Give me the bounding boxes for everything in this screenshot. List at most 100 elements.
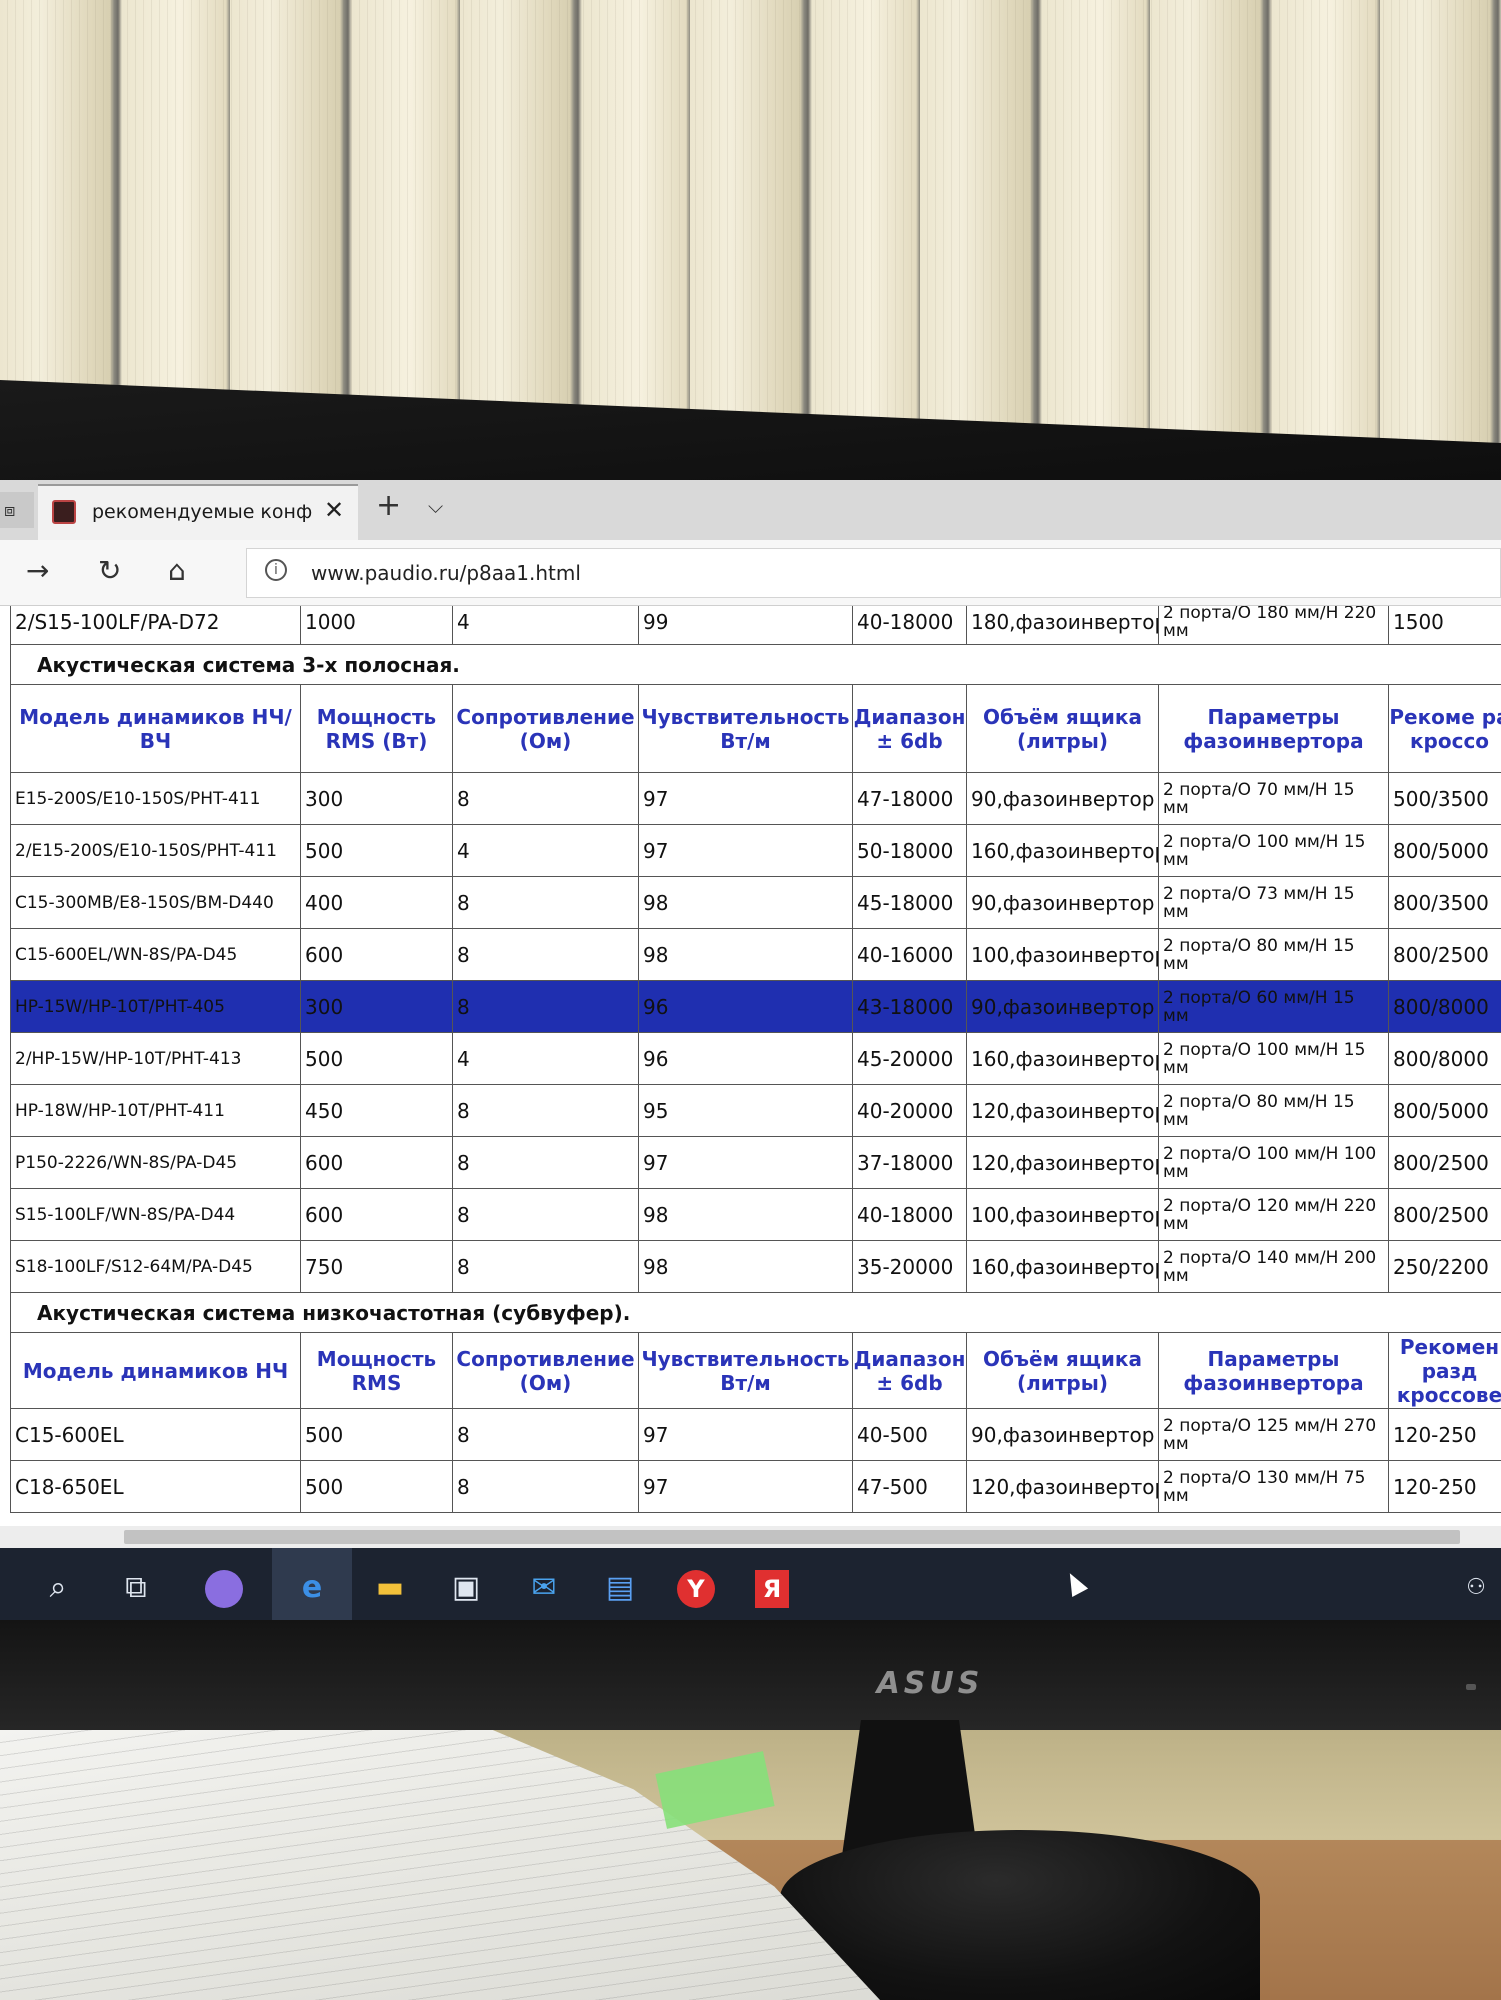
cell-col-3: 98 xyxy=(638,1188,853,1241)
home-icon[interactable]: ⌂ xyxy=(168,554,186,587)
cell-col-4: 37-18000 xyxy=(852,1136,967,1189)
tab-list-chevron-icon[interactable]: ⌵ xyxy=(428,494,443,518)
site-info-icon[interactable]: i xyxy=(265,559,287,581)
search-icon[interactable]: ⌕ xyxy=(34,1564,82,1612)
cell-col-3: 97 xyxy=(638,1460,853,1513)
column-header-2: Сопротивление (Ом) xyxy=(452,684,639,773)
cell-col-4: 50-18000 xyxy=(852,824,967,877)
table-row: C15-600EL 500 8 97 40-500 90,фазоинвертор 2 по… xyxy=(10,1408,1501,1461)
cell-col-1: 400 xyxy=(300,876,453,929)
alice-icon[interactable] xyxy=(200,1564,248,1612)
table-row: 2/E15-200S/E10-150S/PHT-411 500 4 97 50-1800… xyxy=(10,824,1501,877)
table-row-selected: HP-15W/HP-10T/PHT-405 300 8 96 43-18000 90,фа… xyxy=(10,980,1501,1033)
cell-col-1: 500 xyxy=(300,1408,453,1461)
yandex-icon[interactable]: Я xyxy=(748,1564,796,1612)
cell-col-7: 120-250 xyxy=(1388,1460,1501,1513)
table-row: C15-300MB/E8-150S/BM-D440 400 8 98 45-18000 9… xyxy=(10,876,1501,929)
table-row: C15-600EL/WN-8S/PA-D45 600 8 98 40-16000 100,… xyxy=(10,928,1501,981)
cell-col-1: 1000 xyxy=(300,606,453,645)
yandex-browser-icon[interactable]: Y xyxy=(672,1564,720,1612)
cell-col-3: 96 xyxy=(638,1032,853,1085)
cell-col-6: 2 порта/О 100 мм/Н 15 мм xyxy=(1158,824,1389,877)
cell-col-2: 8 xyxy=(452,1408,639,1461)
table-row: 2/HP-15W/HP-10T/PHT-413 500 4 96 45-20000 160… xyxy=(10,1032,1501,1085)
cell-col-4: 40-500 xyxy=(852,1408,967,1461)
set-aside-tabs-button[interactable]: ⧈ xyxy=(0,492,34,528)
scrollbar-thumb[interactable] xyxy=(124,1530,1460,1544)
close-tab-icon[interactable]: ✕ xyxy=(324,496,344,524)
mail-icon[interactable]: ✉ xyxy=(520,1564,568,1612)
cell-col-4: 40-18000 xyxy=(852,1188,967,1241)
new-tab-button[interactable]: + xyxy=(376,488,401,523)
column-header-2: Сопротивление (Ом) xyxy=(452,1332,639,1409)
cell-col-0: C18-650EL xyxy=(10,1460,301,1513)
cell-col-5: 90,фазоинвертор xyxy=(966,772,1159,825)
cell-col-7: 800/2500 xyxy=(1388,928,1501,981)
cell-col-4: 40-16000 xyxy=(852,928,967,981)
cell-col-2: 8 xyxy=(452,1240,639,1293)
column-header-7: Рекоме ра кроссо xyxy=(1388,684,1501,773)
task-view-icon[interactable]: ⧉ xyxy=(112,1564,160,1612)
address-bar[interactable]: i www.paudio.ru/p8aa1.html xyxy=(246,548,1501,598)
cell-col-7: 800/2500 xyxy=(1388,1136,1501,1189)
cell-col-7: 250/2200 xyxy=(1388,1240,1501,1293)
cell-col-6: 2 порта/О 125 мм/Н 270 мм xyxy=(1158,1408,1389,1461)
cell-col-3: 98 xyxy=(638,928,853,981)
store-icon[interactable]: ▣ xyxy=(442,1564,490,1612)
tabs-aside-icon: ⧈ xyxy=(4,500,16,521)
horizontal-scrollbar[interactable] xyxy=(0,1526,1501,1548)
page-content: 2/S15-100LF/PA-D72 1000 4 99 40-18000 180,фаз… xyxy=(0,606,1501,1526)
cell-col-6: 2 порта/О 140 мм/Н 200 мм xyxy=(1158,1240,1389,1293)
cell-col-1: 600 xyxy=(300,1136,453,1189)
edge-icon[interactable]: e xyxy=(288,1564,336,1612)
column-header-5: Объём ящика (литры) xyxy=(966,684,1159,773)
cell-col-1: 300 xyxy=(300,772,453,825)
cell-col-1: 500 xyxy=(300,1460,453,1513)
column-header-1: Мощность RMS (Вт) xyxy=(300,684,453,773)
browser-tab-active[interactable]: рекомендуемые конфи ✕ xyxy=(38,484,358,540)
cell-col-1: 500 xyxy=(300,824,453,877)
column-header-6: Параметры фазоинвертора xyxy=(1158,684,1389,773)
cell-col-0: S18-100LF/S12-64M/PA-D45 xyxy=(10,1240,301,1293)
cell-col-1: 300 xyxy=(300,980,453,1033)
cell-col-6: 2 порта/О 70 мм/Н 15 мм xyxy=(1158,772,1389,825)
cell-col-7: 800/5000 xyxy=(1388,824,1501,877)
column-header-0: Модель динамиков НЧ/ВЧ xyxy=(10,684,301,773)
table-row: 2/S15-100LF/PA-D72 1000 4 99 40-18000 180,фаз… xyxy=(10,606,1501,645)
cell-col-1: 450 xyxy=(300,1084,453,1137)
column-header-1: Мощность RMS xyxy=(300,1332,453,1409)
explorer-icon[interactable]: ▬ xyxy=(366,1564,414,1612)
site-favicon-icon xyxy=(52,500,76,524)
forward-arrow-icon[interactable]: → xyxy=(26,554,49,587)
column-header-3: Чувствительность Вт/м xyxy=(638,1332,853,1409)
refresh-icon[interactable]: ↻ xyxy=(98,554,121,587)
column-header-4: Диапазон ± 6db xyxy=(852,684,967,773)
cell-col-5: 160,фазоинвертор xyxy=(966,1032,1159,1085)
cell-col-7: 800/5000 xyxy=(1388,1084,1501,1137)
cell-col-4: 45-18000 xyxy=(852,876,967,929)
cell-col-7: 1500 xyxy=(1388,606,1501,645)
cell-col-0: HP-15W/HP-10T/PHT-405 xyxy=(10,980,301,1033)
cell-col-0: C15-600EL/WN-8S/PA-D45 xyxy=(10,928,301,981)
cell-col-2: 8 xyxy=(452,1084,639,1137)
cell-col-6: 2 порта/О 73 мм/Н 15 мм xyxy=(1158,876,1389,929)
cell-col-2: 8 xyxy=(452,980,639,1033)
cell-col-6: 2 порта/О 100 мм/Н 15 мм xyxy=(1158,1032,1389,1085)
cell-col-2: 8 xyxy=(452,772,639,825)
cell-col-5: 120,фазоинвертор xyxy=(966,1084,1159,1137)
cell-col-3: 97 xyxy=(638,1408,853,1461)
table-row: HP-18W/HP-10T/PHT-411 450 8 95 40-20000 120,ф… xyxy=(10,1084,1501,1137)
column-header-4: Диапазон ± 6db xyxy=(852,1332,967,1409)
cell-col-5: 90,фазоинвертор xyxy=(966,876,1159,929)
cell-col-6: 2 порта/О 60 мм/Н 15 мм xyxy=(1158,980,1389,1033)
address-url[interactable]: www.paudio.ru/p8aa1.html xyxy=(311,561,581,585)
table-row: P150-2226/WN-8S/PA-D45 600 8 97 37-18000 120,… xyxy=(10,1136,1501,1189)
cell-col-6: 2 порта/О 80 мм/Н 15 мм xyxy=(1158,928,1389,981)
cell-col-2: 4 xyxy=(452,824,639,877)
header-row: Модель динамиков НЧ Мощность RMS Сопротивл… xyxy=(10,1332,1501,1409)
cell-col-0: C15-300MB/E8-150S/BM-D440 xyxy=(10,876,301,929)
notepad-icon[interactable]: ▤ xyxy=(596,1564,644,1612)
cell-col-0: S15-100LF/WN-8S/PA-D44 xyxy=(10,1188,301,1241)
people-icon[interactable]: ⚇ xyxy=(1452,1564,1500,1612)
cell-col-3: 95 xyxy=(638,1084,853,1137)
